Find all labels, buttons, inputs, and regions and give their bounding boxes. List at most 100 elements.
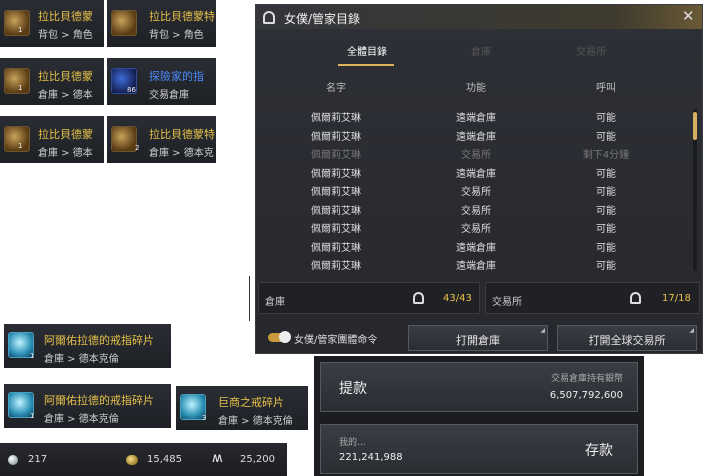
- toggle-label: 女僕/管家團體命令: [294, 335, 378, 346]
- scrollbar-thumb[interactable]: [693, 112, 697, 140]
- column-header-function: 功能: [466, 83, 486, 94]
- item-location: 倉庫 > 德本克倫: [44, 354, 119, 365]
- item-name: 阿爾佑拉德的戒指碎片: [44, 394, 154, 407]
- item-slot[interactable]: 1 阿爾佑拉德的戒指碎片 倉庫 > 德本克倫: [4, 384, 171, 428]
- item-location: 倉庫 > 德本: [38, 90, 93, 101]
- maid-row[interactable]: 佩爾莉艾琳 交易所 剩下4分鐘: [256, 146, 696, 164]
- market-counter: 交易所 17/18: [485, 282, 700, 314]
- maid-row-status: 可能: [596, 187, 616, 198]
- deposit-panel: 我的... 221,241,988 存款: [314, 418, 644, 476]
- deposit-caption: 我的...: [339, 438, 366, 448]
- maid-row-status: 可能: [596, 224, 616, 235]
- item-slot[interactable]: 2 拉比貝德蒙特 倉庫 > 德本克: [107, 116, 216, 163]
- withdraw-button[interactable]: 提款 交易倉庫持有銀幣 6,507,792,600: [320, 362, 638, 412]
- maid-row-status: 可能: [596, 261, 616, 272]
- maid-row-status: 剩下4分鐘: [582, 150, 630, 161]
- column-header-call: 呼叫: [596, 83, 616, 94]
- maid-row-function: 交易所: [461, 187, 491, 198]
- key-treasure-icon: [4, 10, 30, 36]
- item-slot[interactable]: 3 巨商之戒碎片 倉庫 > 德本克倫: [176, 386, 308, 430]
- maid-row-status: 可能: [596, 168, 616, 180]
- maid-icon: [630, 292, 641, 304]
- item-location: 倉庫 > 德本克: [149, 148, 214, 159]
- pearl-amount: 217: [28, 454, 48, 465]
- item-slot[interactable]: 1 拉比貝德蒙 倉庫 > 德本: [0, 116, 104, 163]
- warehouse-count: 43/43: [443, 293, 472, 304]
- ring-gear-icon: [111, 10, 137, 36]
- maid-row-name: 佩爾莉艾琳: [311, 242, 361, 254]
- item-name: 拉比貝德蒙: [38, 128, 93, 141]
- column-header-name: 名字: [326, 83, 346, 94]
- item-location: 倉庫 > 德本克倫: [44, 414, 119, 425]
- item-slot[interactable]: 1 拉比貝德蒙 倉庫 > 德本: [0, 58, 104, 105]
- tab-active-underline: [338, 64, 394, 66]
- maid-row-name: 佩爾莉艾琳: [311, 187, 361, 198]
- warehouse-label: 倉庫: [265, 297, 285, 308]
- maid-row-name: 佩爾莉艾琳: [311, 131, 361, 143]
- item-name: 探險家的指: [149, 70, 204, 83]
- open-global-market-button[interactable]: 打開全球交易所 ◢: [557, 325, 697, 351]
- maid-row-name: 佩爾莉艾琳: [311, 205, 361, 217]
- maid-row[interactable]: 佩爾莉艾琳 遠端倉庫 可能: [256, 128, 696, 146]
- maid-row-status: 可能: [596, 242, 616, 254]
- item-name: 拉比貝德蒙: [38, 10, 93, 23]
- maid-row-function: 遠端倉庫: [456, 261, 496, 272]
- maid-row-function: 遠端倉庫: [456, 131, 496, 143]
- maid-row-function: 遠端倉庫: [456, 168, 496, 180]
- item-location: 倉庫 > 德本克倫: [218, 416, 293, 427]
- withdraw-panel: 提款 交易倉庫持有銀幣 6,507,792,600: [314, 356, 644, 418]
- withdraw-caption: 交易倉庫持有銀幣: [550, 374, 623, 384]
- item-slot[interactable]: 1 拉比貝德蒙 背包 > 角色: [0, 0, 104, 47]
- tab-market[interactable]: 交易所: [566, 43, 616, 58]
- tab-warehouse[interactable]: 倉庫: [461, 43, 501, 58]
- item-location: 背包 > 角色: [38, 30, 93, 41]
- group-command-toggle[interactable]: [268, 331, 291, 343]
- item-name: 阿爾佑拉德的戒指碎片: [44, 334, 154, 347]
- maid-row-function: 遠端倉庫: [456, 113, 496, 124]
- maid-row-name: 佩爾莉艾琳: [311, 150, 361, 161]
- currency-bar: 217 15,485 ʍ 25,200: [0, 443, 287, 476]
- item-slot[interactable]: 86 探險家的指 交易倉庫: [107, 58, 216, 105]
- maid-row[interactable]: 佩爾莉艾琳 遠端倉庫 可能: [256, 257, 696, 275]
- maid-row[interactable]: 佩爾莉艾琳 遠端倉庫 可能: [256, 239, 696, 257]
- key-icon: [111, 126, 137, 152]
- maid-row-name: 佩爾莉艾琳: [311, 168, 361, 180]
- energy-icon: ʍ: [212, 451, 223, 466]
- maid-row[interactable]: 佩爾莉艾琳 交易所 可能: [256, 220, 696, 238]
- item-name: 拉比貝德蒙特: [149, 128, 215, 141]
- close-icon[interactable]: ✕: [682, 7, 695, 25]
- maid-row[interactable]: 佩爾莉艾琳 遠端倉庫 可能: [256, 109, 696, 127]
- item-location: 背包 > 角色: [149, 30, 204, 41]
- market-label: 交易所: [492, 297, 522, 308]
- item-location: 倉庫 > 德本: [38, 148, 93, 159]
- maid-icon: [413, 292, 424, 304]
- deposit-button[interactable]: 我的... 221,241,988 存款: [320, 424, 638, 474]
- silver-icon: [126, 455, 138, 465]
- maid-row-status: 可能: [596, 131, 616, 143]
- maid-row[interactable]: 佩爾莉艾琳 交易所 可能: [256, 183, 696, 201]
- maid-row-name: 佩爾莉艾琳: [311, 261, 361, 272]
- maid-row[interactable]: 佩爾莉艾琳 交易所 可能: [256, 202, 696, 220]
- pearl-icon: [8, 455, 18, 465]
- item-slot[interactable]: 1 阿爾佑拉德的戒指碎片 倉庫 > 德本克倫: [4, 324, 171, 368]
- deposit-amount: 221,241,988: [339, 452, 403, 463]
- telescope-icon: [4, 68, 30, 94]
- divider: [249, 276, 250, 321]
- item-name: 拉比貝德蒙: [38, 70, 93, 83]
- scroll-icon: [4, 126, 30, 152]
- deposit-label: 存款: [585, 443, 613, 459]
- maid-row[interactable]: 佩爾莉艾琳 遠端倉庫 可能: [256, 165, 696, 183]
- maid-row-function: 交易所: [461, 224, 491, 235]
- silver-amount: 15,485: [147, 454, 182, 465]
- maid-row-status: 可能: [596, 113, 616, 124]
- withdraw-amount: 6,507,792,600: [549, 390, 623, 401]
- maid-row-function: 遠端倉庫: [456, 242, 496, 254]
- warehouse-counter: 倉庫 43/43: [258, 282, 480, 314]
- item-slot[interactable]: 拉比貝德蒙特 背包 > 角色: [107, 0, 216, 47]
- maid-butler-dialog: 女僕/管家目錄 ✕ 全體目錄 倉庫 交易所 名字 功能 呼叫 佩爾莉艾琳 遠端倉庫…: [255, 4, 703, 354]
- market-count: 17/18: [662, 293, 691, 304]
- inventory-grid: 1 拉比貝德蒙 背包 > 角色 1 拉比貝德蒙 倉庫 > 德本 1 拉比貝德蒙 …: [0, 0, 216, 165]
- tab-all[interactable]: 全體目錄: [342, 43, 392, 58]
- item-name: 巨商之戒碎片: [218, 396, 284, 409]
- open-warehouse-button[interactable]: 打開倉庫 ◢: [408, 325, 548, 351]
